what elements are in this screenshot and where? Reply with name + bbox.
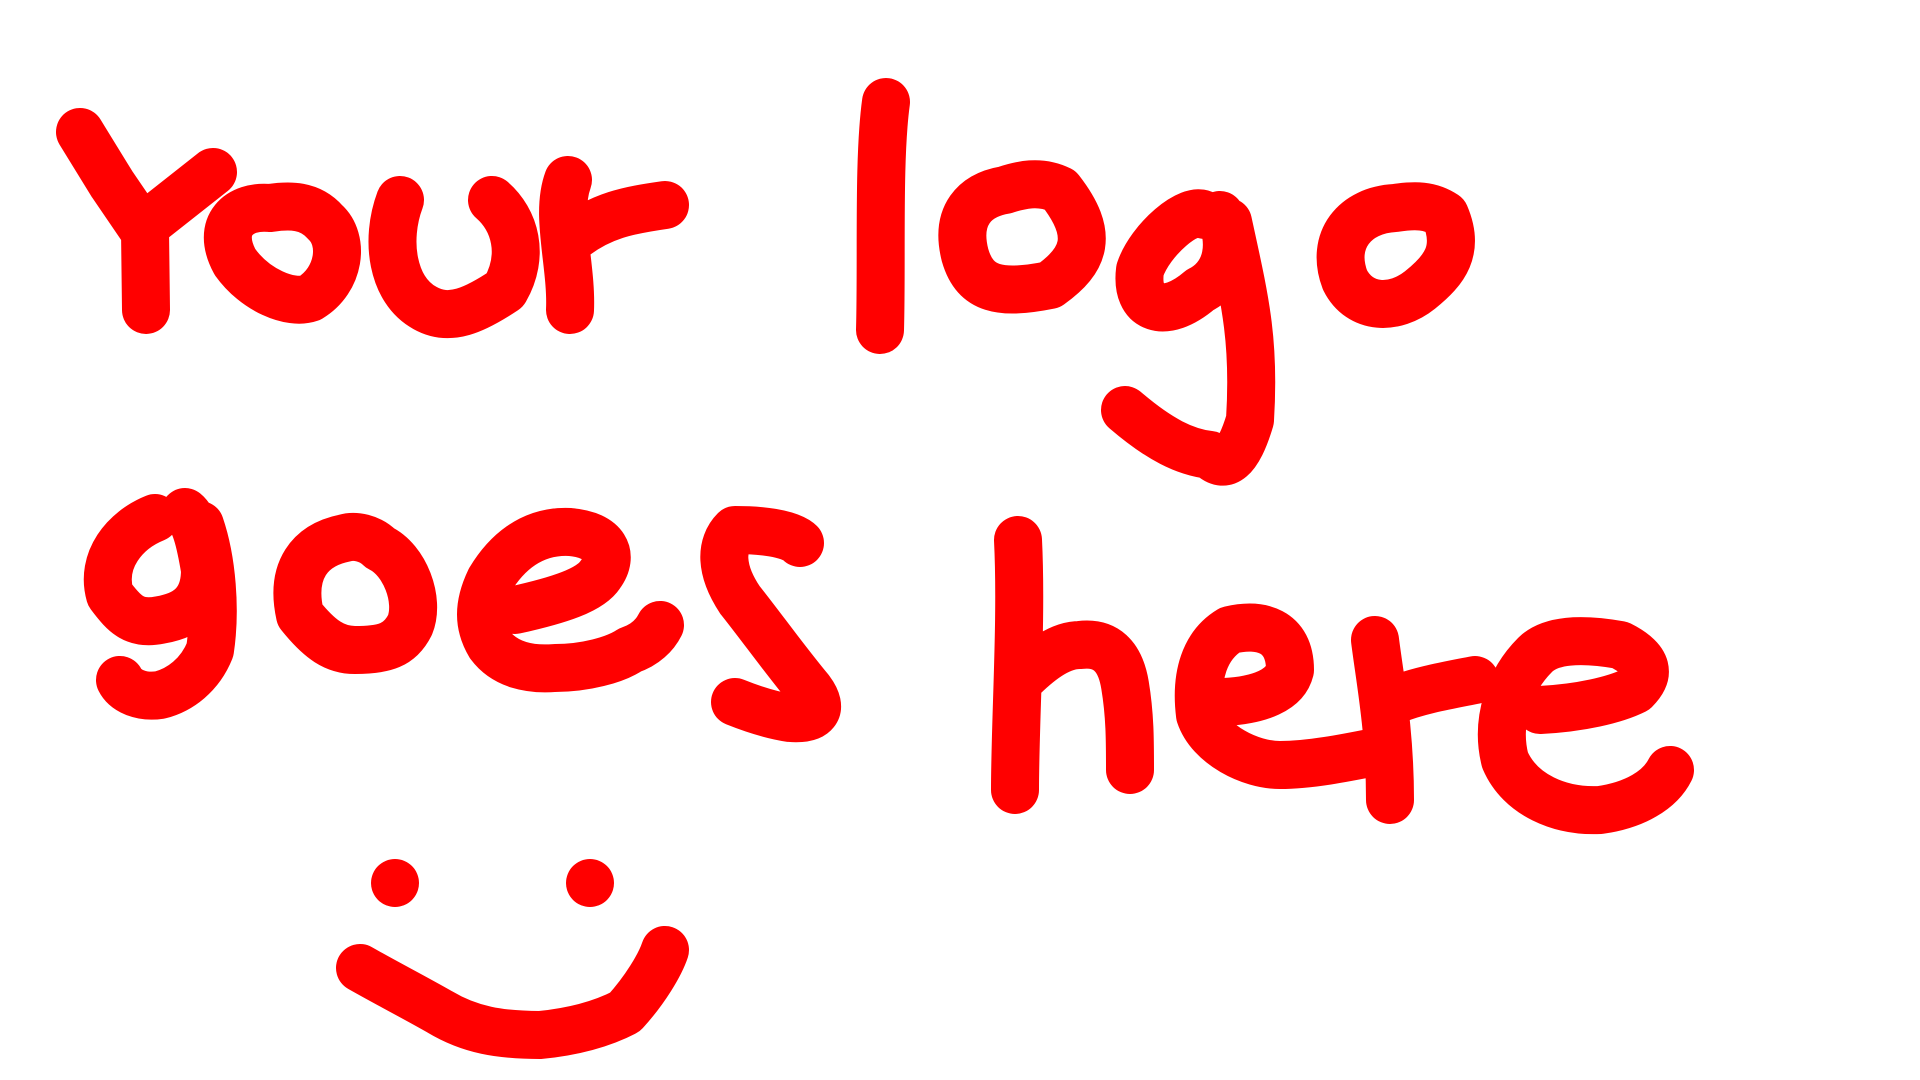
- letter-o: [203, 182, 361, 324]
- letter-o-4: [273, 512, 438, 674]
- smiley-left-eye: [371, 859, 419, 907]
- letter-o-3: [1316, 182, 1475, 328]
- letter-e: [457, 507, 684, 693]
- smiley-right-eye: [566, 859, 614, 907]
- word-your: [56, 108, 689, 338]
- letter-e-2: [1174, 603, 1399, 789]
- letter-e-3: [1477, 617, 1694, 835]
- letter-u: [368, 176, 540, 338]
- letter-s: [700, 506, 841, 743]
- word-goes: [83, 488, 841, 743]
- letter-g-2: [83, 488, 237, 720]
- word-logo: [856, 78, 1475, 486]
- letter-r-2: [1351, 616, 1499, 824]
- logo-placeholder-canvas: Your logo goes here: [0, 0, 1920, 1080]
- letter-o-2: [938, 160, 1106, 314]
- handwritten-logo-drawing: [56, 78, 1694, 1059]
- letter-r: [539, 156, 689, 334]
- smiley-mouth: [336, 926, 689, 1059]
- letter-g: [1101, 189, 1276, 486]
- letter-l: [856, 78, 910, 354]
- smiley-face: [336, 859, 689, 1059]
- handwriting-group: [56, 78, 1694, 1059]
- letter-h: [991, 516, 1154, 814]
- letter-y: [56, 108, 237, 334]
- word-here: [991, 516, 1694, 835]
